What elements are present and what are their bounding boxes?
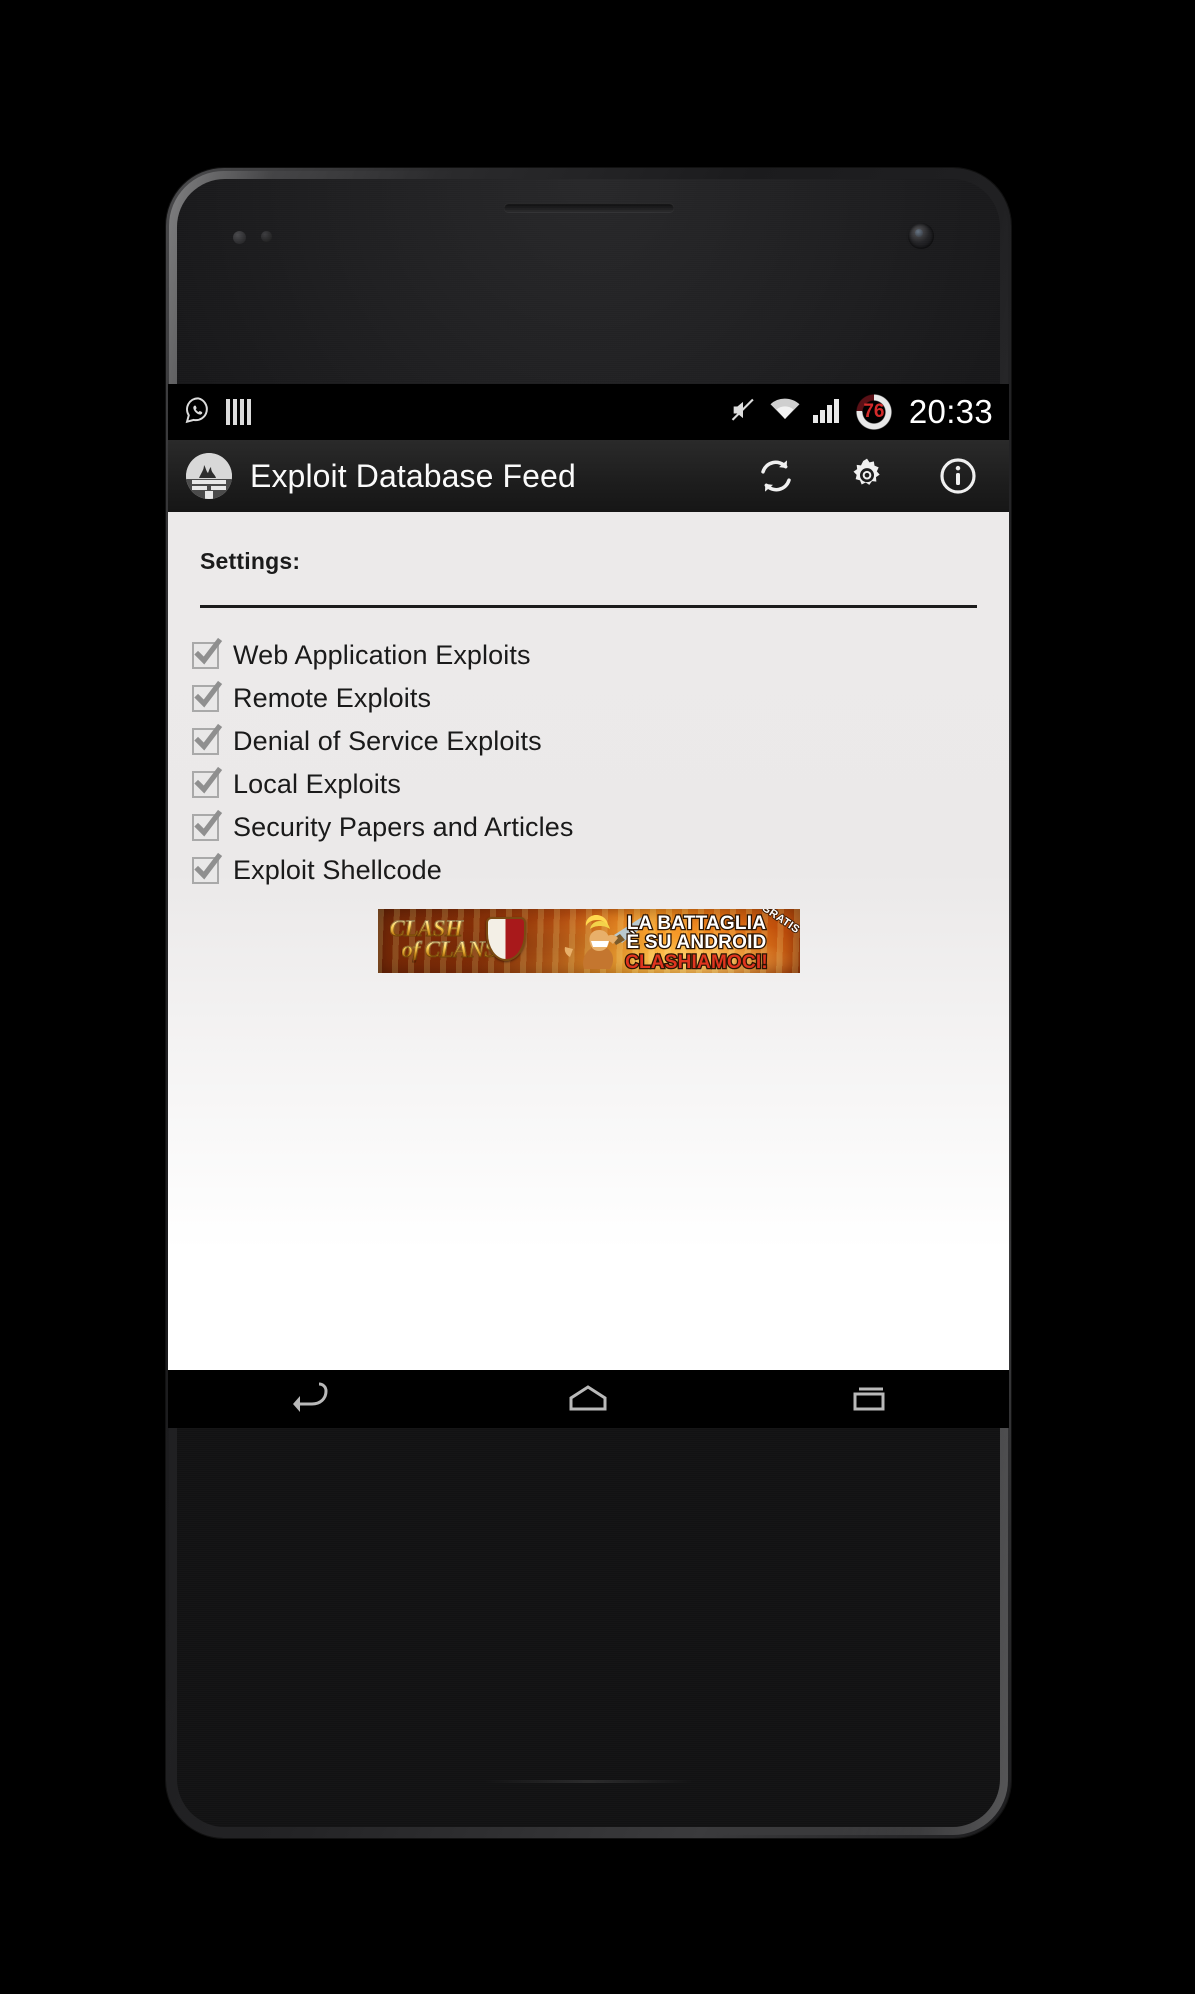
battery-percent: 76 [863, 401, 885, 422]
action-bar: Exploit Database Feed [168, 440, 1009, 512]
front-camera-icon [908, 223, 934, 249]
nav-home-button[interactable] [448, 1383, 728, 1415]
bars-notification-icon [226, 399, 251, 425]
ad-copy-line2: È SU ANDROID [625, 932, 767, 954]
checkbox-checked-icon[interactable] [192, 852, 223, 884]
whatsapp-notification-icon [184, 396, 212, 429]
checkbox-label: Remote Exploits [233, 683, 432, 713]
checkbox-row-security-papers-and-articles[interactable]: Security Papers and Articles [192, 806, 1009, 849]
checkbox-checked-icon[interactable] [192, 637, 223, 669]
light-sensor-icon [261, 231, 272, 242]
battery-indicator: 76 [854, 393, 893, 431]
phone-screen: 76 20:33 Exploit Database Feed Settings:… [168, 384, 1009, 1428]
checkbox-label: Local Exploits [233, 769, 401, 799]
checkbox-row-denial-of-service-exploits[interactable]: Denial of Service Exploits [192, 720, 1009, 763]
checkbox-label: Security Papers and Articles [233, 812, 574, 842]
screenshot-stage: 76 20:33 Exploit Database Feed Settings:… [0, 0, 1195, 1994]
refresh-button[interactable] [753, 453, 799, 499]
volume-muted-icon [729, 396, 757, 429]
exploit-db-logo-icon [186, 453, 232, 499]
status-bar: 76 20:33 [168, 384, 1009, 440]
checkbox-row-exploit-shellcode[interactable]: Exploit Shellcode [192, 849, 1009, 892]
checkbox-checked-icon[interactable] [192, 766, 223, 798]
info-button[interactable] [935, 453, 981, 499]
ad-copy-text: LA BATTAGLIA È SU ANDROID CLASHIAMOCI! [599, 913, 795, 973]
proximity-sensor-icon [233, 231, 246, 244]
system-navigation-bar [168, 1370, 1009, 1428]
settings-content: Settings: Web Application Exploits Remot… [168, 512, 1009, 1370]
checkbox-label: Exploit Shellcode [233, 855, 442, 885]
status-bar-system-icons: 76 20:33 [729, 393, 993, 431]
checkbox-row-remote-exploits[interactable]: Remote Exploits [192, 677, 1009, 720]
checkbox-label: Denial of Service Exploits [233, 726, 542, 756]
exploit-category-list: Web Application Exploits Remote Exploits [168, 608, 1009, 892]
checkbox-row-web-application-exploits[interactable]: Web Application Exploits [192, 634, 1009, 677]
status-bar-notifications [184, 396, 251, 429]
settings-button[interactable] [844, 453, 890, 499]
checkbox-row-local-exploits[interactable]: Local Exploits [192, 763, 1009, 806]
cellular-signal-icon [812, 397, 843, 428]
action-bar-buttons [753, 453, 991, 499]
wifi-icon [769, 397, 801, 428]
speaker-grille-icon [503, 203, 674, 212]
page-title: Exploit Database Feed [250, 457, 576, 494]
chin-accent-line [483, 1780, 694, 1783]
checkbox-checked-icon[interactable] [192, 680, 223, 712]
clash-of-clans-ad-banner[interactable]: CLASH of CLANS LA BATTAGLIA È SU ANDROID… [377, 909, 800, 973]
ad-copy-line3: CLASHIAMOCI! [624, 952, 769, 973]
checkbox-label: Web Application Exploits [233, 640, 531, 670]
section-title: Settings: [200, 548, 301, 574]
checkbox-checked-icon[interactable] [192, 809, 223, 841]
nav-recents-button[interactable] [729, 1383, 1009, 1415]
status-bar-clock: 20:33 [908, 393, 993, 430]
ad-copy-line1: LA BATTAGLIA [626, 913, 768, 935]
ad-container: CLASH of CLANS LA BATTAGLIA È SU ANDROID… [168, 909, 1009, 973]
nav-back-button[interactable] [168, 1382, 448, 1416]
checkbox-checked-icon[interactable] [192, 723, 223, 755]
settings-header: Settings: [168, 512, 1009, 575]
